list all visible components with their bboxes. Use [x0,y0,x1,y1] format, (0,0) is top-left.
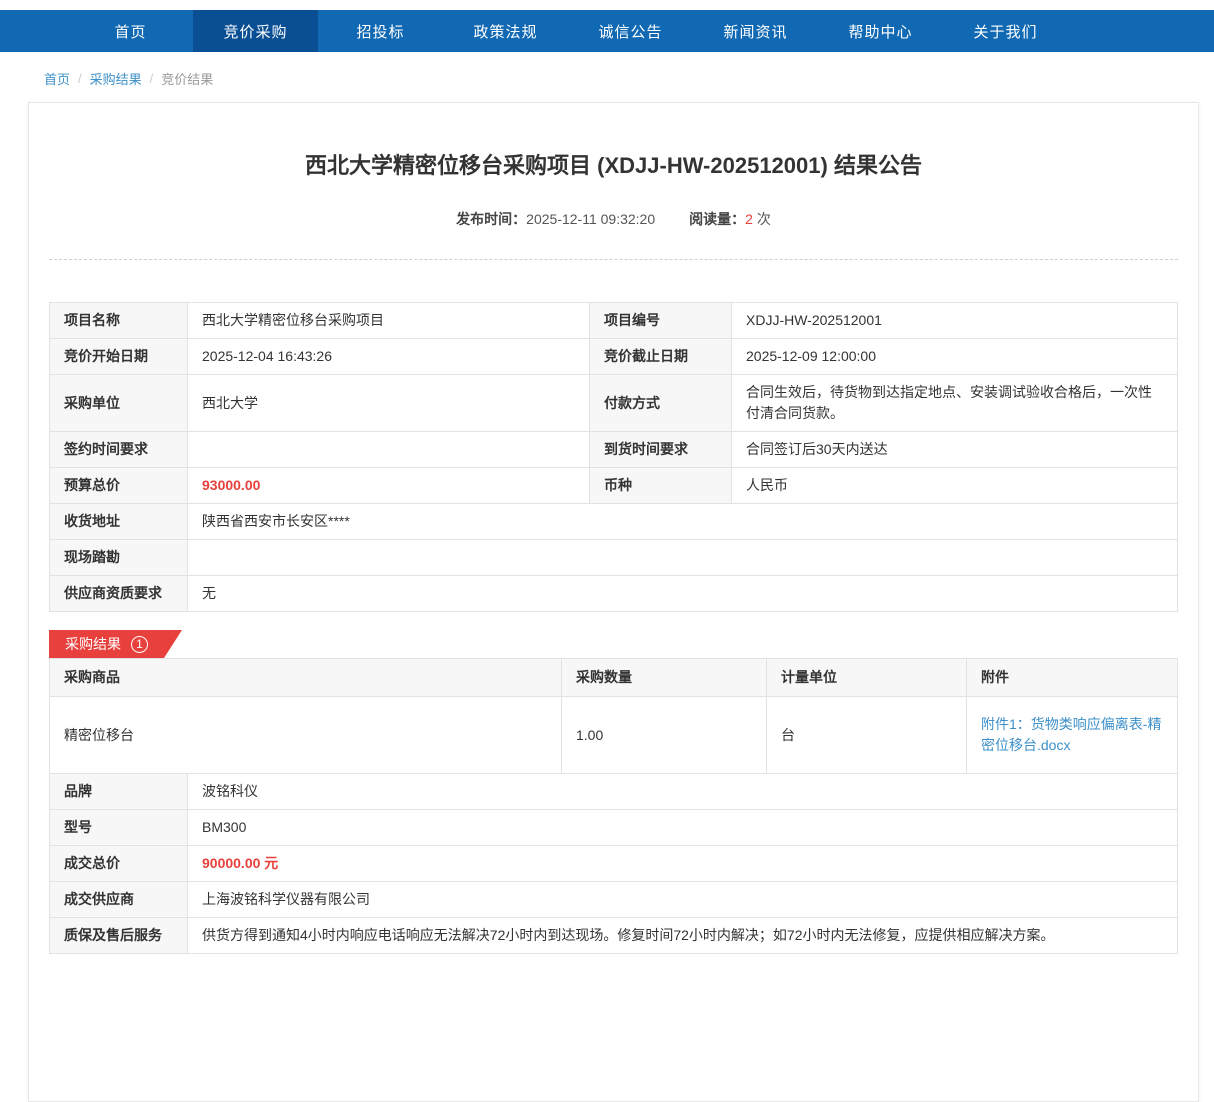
field-value: 合同生效后，待货物到达指定地点、安装调试验收合格后，一次性付清合同货款。 [731,374,1178,432]
table-row: 现场踏勘 [49,539,1178,576]
nav-item-tender[interactable]: 招投标 [318,10,443,52]
dashed-divider [49,259,1178,260]
table-row: 成交供应商 上海波铭科学仪器有限公司 [49,881,1178,918]
field-value: 2025-12-09 12:00:00 [731,338,1178,375]
view-count-unit: 次 [756,211,771,227]
product-name: 精密位移台 [49,696,562,774]
breadcrumb-separator: / [78,71,82,86]
field-value: 2025-12-04 16:43:26 [187,338,590,375]
nav-item-bidding-purchase[interactable]: 竞价采购 [193,10,318,52]
nav-item-help-center[interactable]: 帮助中心 [818,10,943,52]
column-header-quantity: 采购数量 [561,658,767,697]
table-row: 成交总价 90000.00 元 [49,845,1178,882]
publish-time-label: 发布时间： [456,211,527,227]
field-value: 上海波铭科学仪器有限公司 [187,881,1178,918]
field-label: 供应商资质要求 [49,575,188,612]
field-label: 签约时间要求 [49,431,188,468]
table-row: 项目名称 西北大学精密位移台采购项目 项目编号 XDJJ-HW-20251200… [49,302,1178,339]
field-label: 付款方式 [589,374,732,432]
view-count-label: 阅读量： [689,211,746,227]
field-value: 陕西省西安市长安区**** [187,503,1178,540]
view-count-value: 2 [745,211,753,227]
field-label: 质保及售后服务 [49,917,188,954]
field-value: 无 [187,575,1178,612]
nav-item-policy[interactable]: 政策法规 [443,10,568,52]
breadcrumb-procurement-results[interactable]: 采购结果 [90,69,142,88]
field-label: 现场踏勘 [49,539,188,576]
field-label: 品牌 [49,773,188,810]
field-label: 收货地址 [49,503,188,540]
content-card: 西北大学精密位移台采购项目 (XDJJ-HW-202512001) 结果公告 发… [28,102,1199,1102]
table-row: 签约时间要求 到货时间要求 合同签订后30天内送达 [49,431,1178,468]
nav-item-news[interactable]: 新闻资讯 [693,10,818,52]
table-row: 质保及售后服务 供货方得到通知4小时内响应电话响应无法解决72小时内到达现场。修… [49,917,1178,954]
table-row: 预算总价 93000.00 币种 人民币 [49,467,1178,504]
field-value: XDJJ-HW-202512001 [731,302,1178,339]
attachment-cell: 附件1：货物类响应偏离表-精密位移台.docx [966,696,1178,774]
field-value: BM300 [187,809,1178,846]
field-value: 人民币 [731,467,1178,504]
publish-meta: 发布时间：2025-12-11 09:32:20 阅读量：2 次 [49,209,1178,229]
result-badge-number: 1 [131,636,148,653]
field-value [187,431,590,468]
field-label: 到货时间要求 [589,431,732,468]
field-label: 币种 [589,467,732,504]
nav-item-about-us[interactable]: 关于我们 [943,10,1068,52]
project-info-table: 项目名称 西北大学精密位移台采购项目 项目编号 XDJJ-HW-20251200… [49,302,1178,612]
field-label: 竞价开始日期 [49,338,188,375]
field-label: 采购单位 [49,374,188,432]
field-label: 项目名称 [49,302,188,339]
result-detail-table: 品牌 波铭科仪 型号 BM300 成交总价 90000.00 元 成交供应商 上… [49,773,1178,954]
result-items-table: 采购商品 采购数量 计量单位 附件 精密位移台 1.00 台 附件1：货物类响应… [49,658,1178,774]
attachment-link[interactable]: 附件1：货物类响应偏离表-精密位移台.docx [981,716,1161,753]
product-quantity: 1.00 [561,696,767,774]
publish-time-value: 2025-12-11 09:32:20 [526,211,656,227]
breadcrumb-bidding-results: 竞价结果 [161,72,214,87]
field-value [187,539,1178,576]
top-nav: 首页 竞价采购 招投标 政策法规 诚信公告 新闻资讯 帮助中心 关于我们 [0,10,1214,52]
nav-item-integrity-notice[interactable]: 诚信公告 [568,10,693,52]
field-label: 项目编号 [589,302,732,339]
table-row: 供应商资质要求 无 [49,575,1178,612]
table-header-row: 采购商品 采购数量 计量单位 附件 [49,658,1178,697]
field-value: 西北大学精密位移台采购项目 [187,302,590,339]
result-item-row: 精密位移台 1.00 台 附件1：货物类响应偏离表-精密位移台.docx [49,696,1178,774]
field-label: 型号 [49,809,188,846]
field-label: 成交供应商 [49,881,188,918]
field-label: 成交总价 [49,845,188,882]
column-header-product: 采购商品 [49,658,562,697]
result-badge-label: 采购结果 [65,636,121,652]
breadcrumb-separator: / [149,71,154,86]
table-row: 收货地址 陕西省西安市长安区**** [49,503,1178,540]
table-row: 品牌 波铭科仪 [49,773,1178,810]
product-unit: 台 [766,696,967,774]
table-row: 采购单位 西北大学 付款方式 合同生效后，待货物到达指定地点、安装调试验收合格后… [49,374,1178,432]
result-section-badge: 采购结果 1 [49,630,182,658]
field-value: 供货方得到通知4小时内响应电话响应无法解决72小时内到达现场。修复时间72小时内… [187,917,1178,954]
table-row: 竞价开始日期 2025-12-04 16:43:26 竞价截止日期 2025-1… [49,338,1178,375]
breadcrumb: 首页 / 采购结果 / 竞价结果 [0,52,1214,102]
column-header-attachment: 附件 [966,658,1178,697]
announcement-title: 西北大学精密位移台采购项目 (XDJJ-HW-202512001) 结果公告 [305,153,922,178]
table-row: 型号 BM300 [49,809,1178,846]
nav-item-home[interactable]: 首页 [68,10,193,52]
field-label: 预算总价 [49,467,188,504]
field-value: 合同签订后30天内送达 [731,431,1178,468]
column-header-unit: 计量单位 [766,658,967,697]
budget-total-value: 93000.00 [187,467,590,504]
breadcrumb-home[interactable]: 首页 [44,69,70,88]
deal-total-price: 90000.00 元 [187,845,1178,882]
field-value: 波铭科仪 [187,773,1178,810]
field-label: 竞价截止日期 [589,338,732,375]
field-value: 西北大学 [187,374,590,432]
